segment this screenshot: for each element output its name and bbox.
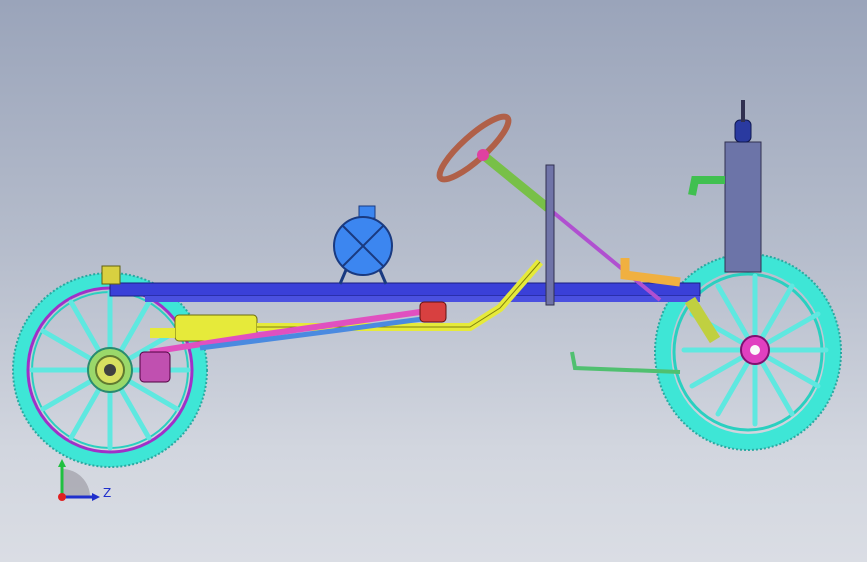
chassis-model[interactable] bbox=[0, 0, 867, 562]
cad-viewport[interactable]: Z bbox=[0, 0, 867, 562]
steering-column bbox=[480, 151, 551, 212]
frame-rail[interactable] bbox=[101, 265, 701, 302]
origin-dot bbox=[58, 493, 66, 501]
rear-axle-diff bbox=[139, 351, 171, 383]
radiator[interactable] bbox=[620, 100, 762, 287]
gear-lever bbox=[545, 164, 555, 306]
pedal-rod[interactable] bbox=[570, 296, 721, 374]
rear-wheel[interactable] bbox=[12, 272, 208, 468]
front-pipe bbox=[620, 258, 681, 287]
z-axis-label: Z bbox=[103, 486, 112, 500]
fuel-tank[interactable] bbox=[333, 205, 393, 285]
axis-triad bbox=[58, 459, 100, 501]
